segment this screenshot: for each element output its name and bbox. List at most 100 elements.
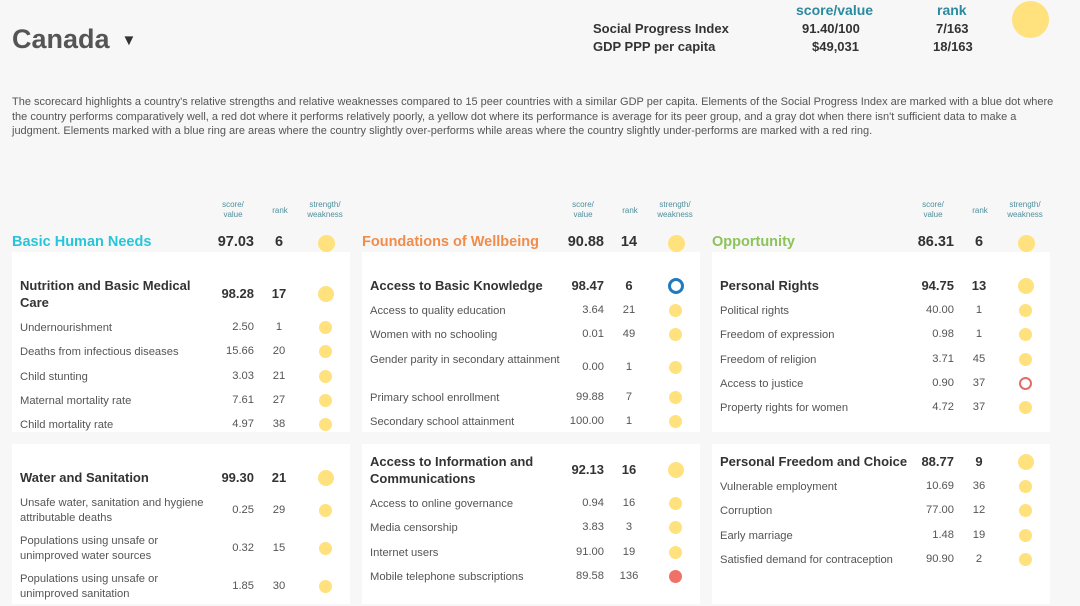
indicator-row: Women with no schooling 0.01 49 xyxy=(370,328,700,352)
indicator-row: Child mortality rate 4.97 38 xyxy=(20,418,350,442)
indicator-value: 0.98 xyxy=(932,328,954,341)
section-title: Access to Information and Communications xyxy=(370,454,534,486)
yellow-dot xyxy=(1019,504,1032,518)
spi-rank: 7/163 xyxy=(936,21,969,36)
indicator-row: Access to quality education 3.64 21 xyxy=(370,304,700,328)
section-score: 92.13 xyxy=(571,462,604,477)
indicator-rank: 16 xyxy=(622,497,636,509)
indicator-value: 40.00 xyxy=(926,304,954,316)
yellow-dot xyxy=(319,369,332,383)
yellow-dot xyxy=(318,235,335,252)
indicator-row: Maternal mortality rate 7.61 27 xyxy=(20,393,350,418)
indicator-value: 3.64 xyxy=(582,304,604,316)
yellow-dot xyxy=(669,414,682,428)
indicator-rank: 30 xyxy=(272,580,286,592)
indicator-rank: 12 xyxy=(972,504,986,517)
yellow-dot xyxy=(1019,528,1032,542)
indicator-row: Secondary school attainment 100.00 1 xyxy=(370,414,700,439)
indicator-rank: 37 xyxy=(972,376,986,389)
indicator-rank: 45 xyxy=(972,352,986,365)
indicator-row: Internet users 91.00 19 xyxy=(370,545,700,570)
indicator-value: 4.97 xyxy=(232,418,254,431)
section-card: Water and Sanitation 99.30 21 Unsafe water,… xyxy=(12,444,350,604)
indicator-row: Deaths from infectious diseases 15.66 20 xyxy=(20,345,350,369)
indicator-rank: 27 xyxy=(272,393,286,406)
gdp-value: $49,031 xyxy=(812,39,859,54)
indicator-value: 0.00 xyxy=(582,360,604,373)
section-card: Nutrition and Basic Medical Care 98.28 17 U… xyxy=(12,252,350,432)
indicator-rank: 1 xyxy=(625,414,633,427)
indicator-label: Populations using unsafe or unimproved w… xyxy=(20,535,159,562)
yellow-dot xyxy=(1019,304,1032,317)
strength-weakness-label: strength/ weakness xyxy=(657,200,693,219)
category-rank: 14 xyxy=(620,234,638,250)
caret-down-icon[interactable]: ▼ xyxy=(122,32,137,49)
indicator-row: Gender parity in secondary attainment 0.0… xyxy=(370,353,700,389)
indicator-rank: 1 xyxy=(625,360,633,373)
indicator-row: Populations using unsafe or unimproved s… xyxy=(20,572,350,606)
indicator-value: 99.88 xyxy=(576,390,604,403)
score-value-label: score/ value xyxy=(572,200,594,219)
rank-label: rank xyxy=(272,206,288,215)
red-dot xyxy=(669,569,682,583)
yellow-dot xyxy=(1019,401,1032,415)
indicator-value: 2.50 xyxy=(232,321,254,333)
yellow-dot xyxy=(319,393,332,407)
category-column-1: score/ value rank strength/ weakness Founda… xyxy=(362,198,700,604)
rank-heading: rank xyxy=(937,2,967,18)
yellow-dot xyxy=(1018,454,1034,470)
country-name: Canada xyxy=(12,24,110,54)
indicator-row: Access to justice 0.90 37 xyxy=(720,376,1050,401)
indicator-value: 91.00 xyxy=(576,545,604,558)
country-selector[interactable]: Canada ▼ xyxy=(12,24,136,55)
spi-label: Social Progress Index xyxy=(593,21,729,36)
category-rank: 6 xyxy=(274,234,284,250)
indicator-row: Property rights for women 4.72 37 xyxy=(720,401,1050,425)
indicator-row: Mobile telephone subscriptions 89.58 136 xyxy=(370,569,700,594)
overall-status-dot xyxy=(1012,1,1049,38)
indicator-row: Unsafe water, sanitation and hygiene att… xyxy=(20,496,350,532)
indicator-value: 1.48 xyxy=(932,528,954,541)
indicator-row: Freedom of religion 3.71 45 xyxy=(720,352,1050,377)
section-score: 88.77 xyxy=(921,454,954,469)
indicator-rank: 38 xyxy=(272,418,286,431)
section-rank: 13 xyxy=(971,278,987,293)
section-card: Personal Rights 94.75 13 Political rights 40… xyxy=(712,252,1050,432)
indicator-rank: 19 xyxy=(972,528,986,541)
indicator-value: 100.00 xyxy=(569,414,604,427)
yellow-dot xyxy=(669,390,682,404)
category-score: 90.88 xyxy=(567,234,604,250)
rank-label: rank xyxy=(972,206,988,215)
yellow-dot xyxy=(319,345,332,359)
indicator-value: 3.83 xyxy=(582,521,604,534)
indicator-row: Primary school enrollment 99.88 7 xyxy=(370,390,700,415)
yellow-dot xyxy=(1018,235,1035,252)
blue-ring-dot xyxy=(668,278,684,294)
indicator-rank: 19 xyxy=(622,545,636,558)
yellow-dot xyxy=(318,470,334,486)
indicator-row: Satisfied demand for contraception 90.90 2 xyxy=(720,552,1050,577)
indicator-row: Media censorship 3.83 3 xyxy=(370,521,700,545)
indicator-value: 4.72 xyxy=(932,401,954,414)
yellow-dot xyxy=(668,462,684,478)
indicator-rank: 3 xyxy=(625,521,633,534)
indicator-rank: 136 xyxy=(619,569,639,582)
indicator-row: Political rights 40.00 1 xyxy=(720,304,1050,328)
indicator-value: 0.32 xyxy=(232,542,254,554)
indicator-row: Access to online governance 0.94 16 xyxy=(370,497,700,521)
indicator-value: 7.61 xyxy=(232,393,254,406)
category-column-2: score/ value rank strength/ weakness Opport… xyxy=(712,198,1050,604)
indicator-label: Gender parity in secondary attainment xyxy=(370,353,560,366)
indicator-rank: 49 xyxy=(622,328,636,341)
yellow-dot xyxy=(319,580,332,593)
scorecard-description: The scorecard highlights a country's rel… xyxy=(12,96,1054,137)
yellow-dot xyxy=(1019,480,1032,493)
yellow-dot xyxy=(669,360,682,374)
strength-weakness-label: strength/ weakness xyxy=(1007,200,1043,219)
section-score: 94.75 xyxy=(921,278,954,293)
indicator-value: 15.66 xyxy=(226,345,254,358)
score-value-heading: score/value xyxy=(796,2,874,18)
indicator-rank: 37 xyxy=(972,401,986,414)
indicator-value: 3.71 xyxy=(932,352,954,365)
indicator-rank: 21 xyxy=(272,369,286,382)
